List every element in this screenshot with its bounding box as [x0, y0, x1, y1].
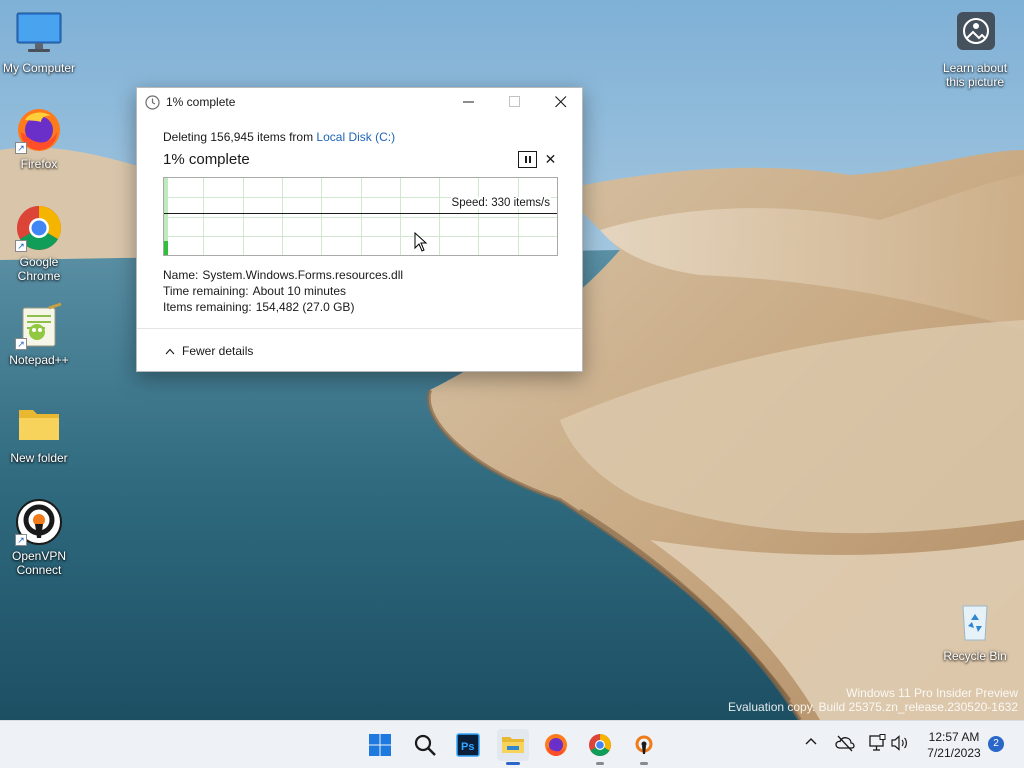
time-remaining-label: Time remaining:: [163, 284, 249, 298]
desktop-icon-label: Learn about this picture: [942, 61, 1008, 89]
photoshop-label: Ps: [461, 741, 474, 753]
running-indicator: [640, 762, 648, 765]
shortcut-arrow-icon: ↗: [15, 240, 27, 252]
openvpn-icon: ↗: [15, 498, 63, 546]
pause-button[interactable]: [518, 151, 537, 168]
openvpn-icon: [635, 735, 653, 754]
desktop-icon-label: Notepad++: [9, 353, 69, 367]
onedrive-offline-icon[interactable]: [835, 734, 855, 752]
desktop-icon-new-folder[interactable]: New folder: [0, 400, 78, 465]
name-value: System.Windows.Forms.resources.dll: [202, 268, 404, 282]
deleting-text: Deleting 156,945 items from: [163, 130, 317, 144]
evaluation-watermark: Windows 11 Pro Insider Preview Evaluatio…: [728, 686, 1018, 714]
taskbar-photoshop[interactable]: Ps: [452, 729, 484, 761]
start-button[interactable]: [364, 729, 396, 761]
clock-icon: [145, 95, 160, 110]
fewer-details-label: Fewer details: [182, 344, 254, 358]
taskbar-clock[interactable]: 12:57 AM 7/21/2023: [918, 729, 990, 761]
close-button[interactable]: [538, 88, 584, 116]
speed-readout: Speed: 330 items/s: [450, 197, 551, 209]
dialog-titlebar[interactable]: 1% complete: [137, 88, 582, 116]
firefox-icon: ↗: [15, 106, 63, 154]
fewer-details-button[interactable]: Fewer details: [165, 344, 253, 358]
maximize-icon: [509, 96, 520, 107]
desktop-icon-label: New folder: [10, 451, 68, 465]
shortcut-arrow-icon: ↗: [15, 142, 27, 154]
minimize-button[interactable]: [446, 88, 492, 116]
progress-headline: 1% complete: [163, 151, 250, 168]
desktop-icon-label: OpenVPN Connect: [11, 549, 67, 577]
desktop-icon-label: Recycle Bin: [943, 649, 1007, 663]
detail-time-row: Time remaining: About 10 minutes: [163, 283, 403, 299]
taskbar-firefox[interactable]: [540, 729, 572, 761]
watermark-line-1: Windows 11 Pro Insider Preview: [846, 686, 1018, 700]
mouse-cursor-icon: [414, 232, 428, 252]
items-remaining-value: 154,482 (27.0 GB): [255, 300, 355, 314]
detail-items-row: Items remaining: 154,482 (27.0 GB): [163, 299, 403, 315]
dialog-title: 1% complete: [166, 95, 236, 109]
running-indicator: [506, 762, 520, 765]
running-indicator: [596, 762, 604, 765]
photoshop-icon: Ps: [456, 733, 480, 757]
close-icon: [555, 96, 567, 108]
desktop-icon-label: Firefox: [20, 157, 58, 171]
firefox-icon: [545, 734, 567, 756]
dialog-divider: [137, 328, 582, 329]
transfer-details: Name: System.Windows.Forms.resources.dll …: [163, 267, 403, 315]
file-explorer-icon: [502, 737, 524, 753]
shortcut-arrow-icon: ↗: [15, 534, 27, 546]
desktop-icon-label: My Computer: [2, 61, 76, 75]
taskbar-openvpn[interactable]: [628, 729, 660, 765]
clock-time: 12:57 AM: [928, 730, 980, 744]
progress-fill-bar: [164, 241, 168, 255]
items-remaining-label: Items remaining:: [163, 300, 252, 314]
chrome-icon: [589, 734, 611, 756]
desktop-icon-learn-about-picture[interactable]: Learn about this picture: [936, 10, 1014, 89]
shortcut-arrow-icon: ↗: [15, 338, 27, 350]
taskbar-file-explorer[interactable]: [497, 729, 529, 765]
cancel-button[interactable]: ✕: [542, 151, 559, 168]
detail-name-row: Name: System.Windows.Forms.resources.dll: [163, 267, 403, 283]
maximize-button[interactable]: [492, 88, 538, 116]
monitor-icon: [15, 10, 63, 58]
progress-graph-canvas: [164, 178, 557, 255]
chrome-icon: ↗: [15, 204, 63, 252]
folder-icon: [15, 400, 63, 448]
camera-icon: [951, 10, 999, 58]
progress-graph: Speed: 330 items/s: [163, 177, 558, 256]
watermark-line-2: Evaluation copy. Build 25375.zn_release.…: [728, 700, 1018, 714]
start-icon: [369, 734, 391, 756]
desktop-icon-firefox[interactable]: ↗ Firefox: [0, 106, 78, 171]
show-hidden-icons-chevron-icon[interactable]: [804, 736, 818, 746]
search-button[interactable]: [409, 729, 441, 761]
desktop-icon-recycle-bin[interactable]: Recycle Bin: [936, 598, 1014, 663]
notepadpp-icon: ↗: [15, 302, 63, 350]
taskbar: Ps 12:57 AM 7/21/2023 2: [0, 720, 1024, 768]
desktop-icon-my-computer[interactable]: My Computer: [0, 10, 78, 75]
name-label: Name:: [163, 268, 199, 282]
desktop-icon-label: Google Chrome: [17, 255, 61, 283]
taskbar-chrome[interactable]: [584, 729, 616, 765]
volume-icon[interactable]: [891, 735, 909, 751]
delete-progress-dialog: 1% complete Deleting 156,945 items from …: [136, 87, 583, 372]
desktop-icon-google-chrome[interactable]: ↗ Google Chrome: [0, 204, 78, 283]
notification-badge[interactable]: 2: [988, 736, 1004, 752]
source-location-link[interactable]: Local Disk (C:): [316, 130, 395, 144]
dialog-content: Deleting 156,945 items from Local Disk (…: [163, 130, 559, 314]
chevron-up-icon: [165, 349, 175, 355]
time-remaining-value: About 10 minutes: [252, 284, 346, 298]
search-icon: [414, 734, 436, 756]
network-icon[interactable]: [868, 734, 886, 752]
clock-date: 7/21/2023: [927, 746, 981, 760]
desktop-icon-openvpn[interactable]: ↗ OpenVPN Connect: [0, 498, 78, 577]
recycle-bin-icon: [951, 598, 999, 646]
minimize-icon: [463, 101, 474, 103]
deleting-summary: Deleting 156,945 items from Local Disk (…: [163, 130, 559, 145]
desktop-icon-notepadpp[interactable]: ↗ Notepad++: [0, 302, 78, 367]
